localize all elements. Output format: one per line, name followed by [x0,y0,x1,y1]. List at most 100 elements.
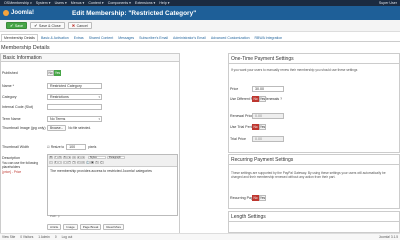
visitors-count: 0 Visitors [20,235,34,239]
term-row: Term Name No Terms [2,116,178,122]
bullet-list-icon[interactable]: • [49,160,53,165]
diff-price-yes[interactable]: Yes [259,96,266,102]
clean-icon[interactable]: ✎ [94,160,99,165]
term-label: Term Name [2,117,21,121]
unlink-icon[interactable]: ⌀ [81,160,86,165]
italic-icon[interactable]: I [53,155,58,160]
undo-icon[interactable]: ↶ [67,160,72,165]
resize-checkbox[interactable]: ☑ [47,145,50,149]
trial-toggle[interactable]: No Yes [252,124,266,130]
link-icon[interactable]: ∞ [76,160,81,165]
category-label: Category [2,95,17,99]
tab-subscriber-email[interactable]: Subscriber's Email [137,34,170,41]
price-row: Price 30.00 [230,86,284,92]
logout-link[interactable]: Log out [62,235,73,239]
outdent-icon[interactable]: ‹ [58,160,63,165]
category-select[interactable]: Restrictions [47,94,102,100]
trial-yes[interactable]: Yes [259,124,266,130]
trial-price-label: Trial Price [230,137,247,141]
description-label: Description [2,156,20,160]
menu-help[interactable]: Help ▾ [159,1,169,5]
tab-rbwa[interactable]: RBWA Integration [253,34,285,41]
numbered-list-icon[interactable]: 1 [53,160,58,165]
menu-extensions[interactable]: Extensions ▾ [135,1,155,5]
recurring-note: These settings are supported by the PayP… [231,171,386,179]
tab-advanced[interactable]: Advanced Customization [209,34,252,41]
file-status: No file selected. [68,126,91,130]
close-icon: ✖ [71,23,76,28]
article-button[interactable]: Article [47,224,62,230]
thumb-width-label: Thumbnail Width [2,145,29,149]
diff-price-row: Use Different Price for Renewals ? No Ye… [230,96,282,102]
name-row: Name * Restricted Category [2,83,178,89]
description-editor[interactable]: B I U S ≡ ≡ ≡ ≡ Styles Paragraph • 1 ‹ ›… [47,154,178,218]
user-menu[interactable]: Super User [379,1,397,5]
strike-icon[interactable]: S [62,155,67,160]
alias-input[interactable] [47,104,102,110]
tab-admin-email[interactable]: Administrator's Email [171,34,208,41]
trial-price-input[interactable]: 0.00 [252,136,284,142]
cancel-button[interactable]: ✖ Cancel [67,22,92,29]
tab-shared-content[interactable]: Shared Content [87,34,116,41]
published-yes[interactable]: Yes [54,70,61,76]
messages-count[interactable]: 0 [55,235,57,239]
price-label: Price [230,87,239,91]
editor-content[interactable]: The membership provides access to restri… [48,167,177,175]
read-more-button[interactable]: Read More [103,224,125,230]
browse-button[interactable]: Browse... [47,125,67,131]
tab-bar: Membership Details Basic & Activation Ex… [0,34,400,42]
justify-icon[interactable]: ≡ [81,155,86,160]
menu-users[interactable]: Users ▾ [55,1,67,5]
indent-icon[interactable]: › [62,160,67,165]
published-no[interactable]: No [47,70,54,76]
recurring-no[interactable]: No [252,195,259,201]
resize-input[interactable]: 100 [66,144,87,150]
editor-buttons: Article Image Page Break Read More [47,224,126,230]
tab-basic-activation[interactable]: Basic & Activation [39,34,71,41]
view-site-link[interactable]: View Site [2,235,15,239]
tab-extras[interactable]: Extras [72,34,86,41]
version-text: Joomla! 3.1.5 [378,235,398,239]
redo-icon[interactable]: ↷ [71,160,76,165]
thumb-width-row: Thumbnail Width ☑ Resize to 100 pixels [2,144,97,150]
align-center-icon[interactable]: ≡ [71,155,76,160]
recurring-panel: Recurring Payment Settings These setting… [228,154,400,209]
trial-price-row: Trial Price 0.00 [230,136,284,142]
page-break-button[interactable]: Page Break [79,224,102,230]
paragraph-select[interactable]: Paragraph [106,155,125,160]
image-button[interactable]: Image [63,224,78,230]
published-toggle[interactable]: No Yes [47,70,61,76]
save-button[interactable]: ✔ Save [6,22,28,29]
recurring-yes[interactable]: Yes [259,195,266,201]
category-row: Category Restrictions [2,94,178,100]
price-input[interactable]: 30.00 [252,86,284,92]
term-select[interactable]: No Terms [47,116,102,122]
tab-membership-details[interactable]: Membership Details [1,34,38,41]
tab-messages[interactable]: Messages [116,34,136,41]
diff-price-toggle[interactable]: No Yes [252,96,266,102]
site-link[interactable]: OSMembership v [4,1,32,5]
diff-price-no[interactable]: No [252,96,259,102]
code-icon[interactable]: ⟨⟩ [99,160,104,165]
image-icon[interactable]: ▣ [90,160,95,165]
trial-no[interactable]: No [252,124,259,130]
underline-icon[interactable]: U [58,155,63,160]
recurring-heading: Recurring Payment Settings [229,155,399,165]
bold-icon[interactable]: B [49,155,53,160]
menu-components[interactable]: Components ▾ [108,1,131,5]
anchor-icon[interactable]: ⚓ [85,160,90,165]
renewal-input[interactable]: 0.00 [252,113,284,119]
menu-content[interactable]: Content ▾ [88,1,103,5]
menu-system[interactable]: System ▾ [36,1,51,5]
published-label: Published [2,70,18,75]
align-left-icon[interactable]: ≡ [67,155,72,160]
section-title: Membership Details [1,45,50,51]
length-heading: Length Settings [229,212,399,222]
align-right-icon[interactable]: ≡ [76,155,81,160]
save-close-button[interactable]: ✔ Save & Close [30,22,65,29]
recurring-toggle[interactable]: No Yes [252,195,266,201]
menu-menus[interactable]: Menus ▾ [71,1,85,5]
renewal-label: Renewal Price [230,114,254,118]
styles-select[interactable]: Styles [87,155,106,160]
name-input[interactable]: Restricted Category [47,83,102,89]
